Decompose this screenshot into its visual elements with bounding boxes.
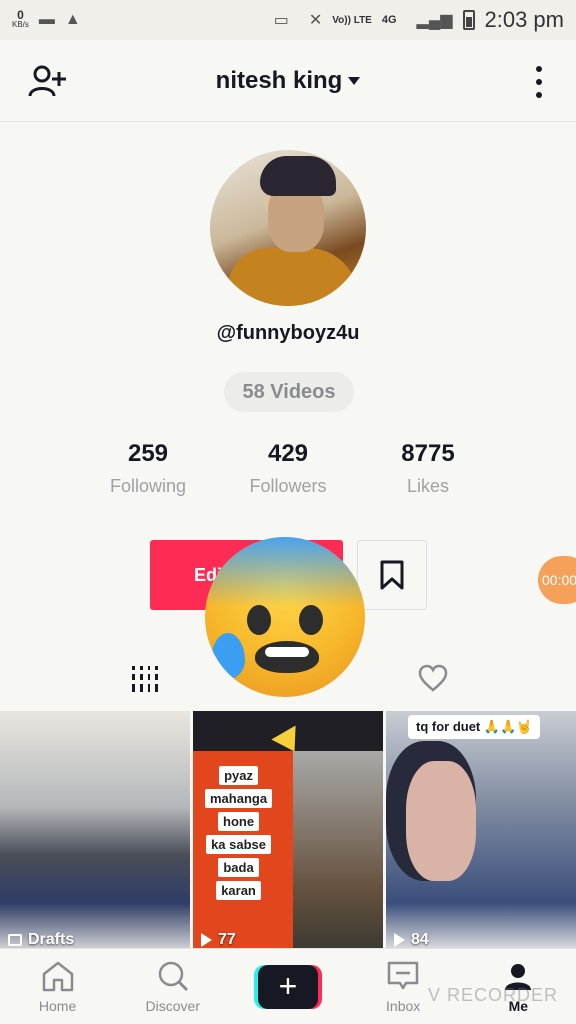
net-speed-unit: KB/s — [12, 20, 29, 29]
anxious-face-emoji — [205, 537, 365, 697]
video-thumbnail[interactable]: tq for duet 🙏🙏🤘 84 — [386, 711, 576, 951]
play-count: 77 — [201, 931, 236, 949]
stat-value: 259 — [127, 440, 169, 467]
inbox-icon — [387, 961, 419, 989]
mute-icon: ✕ — [308, 12, 323, 29]
overlay-line: hone — [218, 812, 260, 831]
create-plus: + — [257, 964, 318, 1009]
nav-label: Home — [38, 997, 77, 1014]
search-icon — [158, 961, 188, 991]
nav-create[interactable]: + — [248, 964, 328, 1009]
more-vertical-icon[interactable] — [524, 62, 554, 102]
stat-value: 8775 — [401, 440, 455, 467]
caret-down-icon — [348, 76, 361, 85]
video-thumbnail-drafts[interactable]: Drafts — [0, 711, 190, 951]
volte-indicator: Vo)) LTE — [332, 14, 372, 26]
stat-value: 429 — [267, 440, 309, 467]
page-title: nitesh king — [215, 66, 343, 94]
recorder-bubble[interactable]: 00:00 — [538, 556, 576, 604]
bookmark-icon — [380, 560, 404, 590]
heart-icon[interactable] — [418, 664, 448, 692]
person-add-icon[interactable] — [28, 64, 68, 98]
video-thumbnail[interactable]: pyaz mahanga hone ka sabse bada karan 77 — [193, 711, 383, 951]
overlay-line: pyaz — [219, 766, 258, 785]
bottom-nav: Home Discover + Inbox Me V RECORDER — [0, 948, 576, 1024]
nav-discover[interactable]: Discover — [133, 960, 213, 1014]
recorder-watermark: V RECORDER — [428, 985, 559, 1005]
video-grid: Drafts pyaz mahanga hone ka sabse bada k… — [0, 711, 576, 951]
play-count: 84 — [394, 931, 429, 949]
favorites-button[interactable] — [357, 540, 427, 610]
stat-following[interactable]: 259 Following — [78, 440, 218, 497]
nav-label: Discover — [145, 997, 201, 1014]
play-icon — [394, 933, 405, 947]
videos-count-badge: 58 Videos — [224, 372, 354, 412]
net-speed: 0 KB/s — [12, 8, 29, 30]
net-speed-value: 0 — [17, 8, 24, 22]
drafts-icon — [8, 934, 22, 946]
profile-header: nitesh king — [0, 40, 576, 122]
username-handle: @funnyboyz4u — [216, 322, 360, 344]
nav-home[interactable]: Home — [18, 960, 98, 1014]
play-icon — [201, 933, 212, 947]
home-icon — [42, 961, 73, 991]
overlay-line: ka sabse — [206, 835, 271, 854]
avatar[interactable] — [210, 150, 366, 306]
grid-icon[interactable] — [132, 666, 158, 692]
stat-label: Following — [109, 476, 187, 496]
overlay-line: karan — [216, 881, 261, 900]
network-type: 4G — [381, 14, 397, 26]
status-right: ▭ ✕ Vo)) LTE 4G ▂▄▆ 2:03 pm — [264, 7, 564, 33]
stat-label: Followers — [249, 476, 327, 496]
create-icon: + — [253, 964, 322, 1009]
profile-stats: 259 Following 429 Followers 8775 Likes — [78, 440, 498, 497]
video-overlay-text: pyaz mahanga hone ka sabse bada karan — [205, 766, 273, 900]
stat-likes[interactable]: 8775 Likes — [358, 440, 498, 497]
account-switcher[interactable]: nitesh king — [216, 67, 361, 95]
stat-label: Likes — [406, 476, 450, 496]
battery-icon — [462, 10, 475, 30]
clock: 2:03 pm — [484, 7, 565, 32]
cast-icon: ▭ — [273, 12, 289, 29]
overlay-line: mahanga — [205, 789, 273, 808]
signal-icon: ▂▄▆ — [416, 12, 453, 29]
nav-label: Inbox — [386, 997, 421, 1014]
play-count-value: 77 — [218, 931, 236, 948]
video-icon: ▬ — [38, 11, 55, 28]
drafts-label: Drafts — [8, 931, 74, 949]
warning-icon: ▲ — [64, 11, 81, 28]
stat-followers[interactable]: 429 Followers — [218, 440, 358, 497]
video-caption: tq for duet 🙏🙏🤘 — [408, 715, 541, 739]
play-count-value: 84 — [411, 931, 429, 948]
drafts-text: Drafts — [28, 931, 75, 948]
overlay-line: bada — [218, 858, 259, 877]
status-bar: 0 KB/s ▬ ▲ ▭ ✕ Vo)) LTE 4G ▂▄▆ 2:03 pm — [0, 0, 576, 40]
